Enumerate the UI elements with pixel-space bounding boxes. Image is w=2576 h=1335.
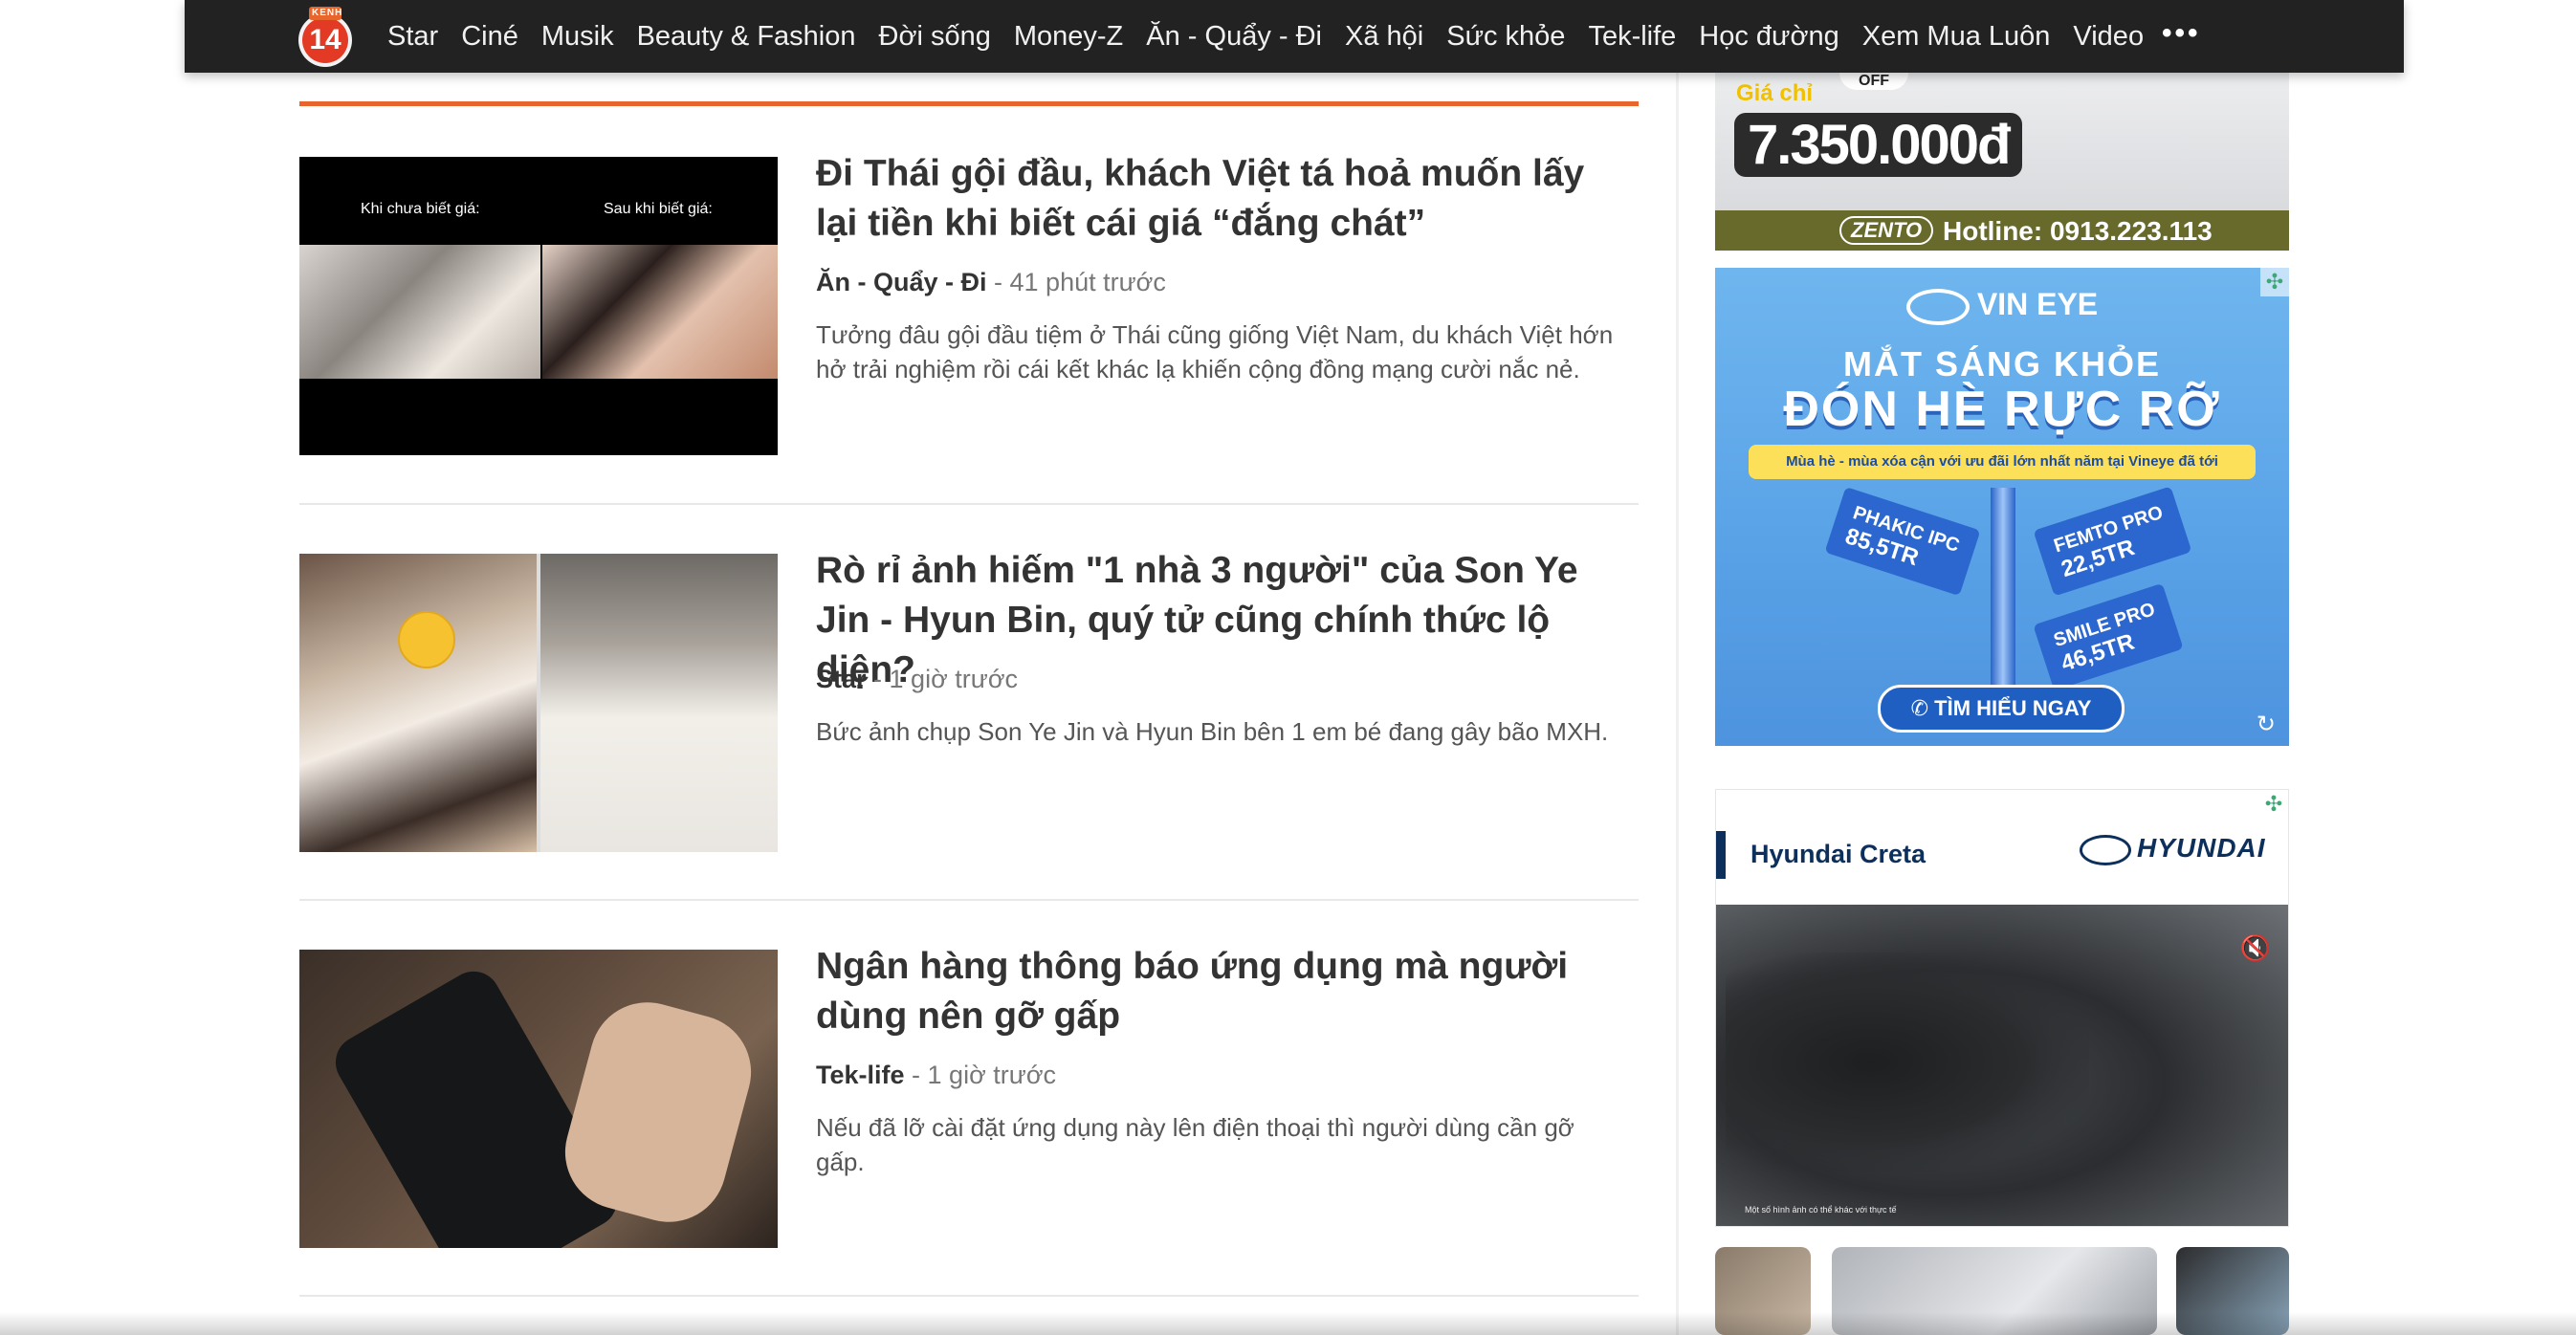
ad-headline-1: MẮT SÁNG KHỎE — [1843, 344, 2161, 383]
thumb-photo-right — [542, 245, 778, 379]
nav-item-star[interactable]: Star — [387, 21, 438, 53]
main-menu: Star Ciné Musik Beauty & Fashion Đời sốn… — [387, 0, 2167, 73]
article-category[interactable]: Star — [816, 665, 867, 693]
article-time: 41 phút trước — [1009, 268, 1166, 296]
video-car-shape — [1726, 952, 2089, 1172]
hyundai-video-ad[interactable]: ✣ Hyundai Creta HYUNDAI 🔇 Một số hình ản… — [1715, 789, 2289, 1227]
vineye-brand-text: VIN EYE — [1976, 287, 2099, 321]
ad-promo-strip: Mùa hè - mùa xóa cận với ưu đãi lớn nhất… — [1749, 445, 2256, 479]
sign-femto: FEMTO PRO 22,5TR — [2033, 486, 2191, 597]
replay-icon[interactable]: ↻ — [2257, 711, 2276, 738]
eye-icon — [1905, 288, 1970, 325]
window-bottom-shadow — [0, 1312, 2576, 1335]
ad-label: Hyundai Creta — [1750, 840, 1926, 868]
article-summary: Tưởng đâu gội đầu tiệm ở Thái cũng giống… — [816, 320, 1614, 383]
zento-logo: ZENTO — [1839, 216, 1934, 245]
article-meta: Ăn - Quẩy - Đi - 41 phút trước — [816, 268, 1166, 297]
ad-accent-bar — [1716, 831, 1726, 879]
vineye-banner-ad[interactable]: ✣ VIN EYE MẮT SÁNG KHỎE ĐÓN HÈ RỰC RỠ Mù… — [1715, 268, 2289, 746]
article-summary: Nếu đã lỡ cài đặt ứng dụng này lên điện … — [816, 1113, 1574, 1176]
nav-item-money-z[interactable]: Money-Z — [1014, 21, 1123, 53]
ad-hotline: Hotline: 0913.223.113 — [1943, 216, 2213, 246]
article-time: 1 giờ trước — [927, 1061, 1057, 1089]
nav-item-an-quay-di[interactable]: Ăn - Quẩy - Đi — [1146, 21, 1322, 53]
zento-banner-ad[interactable]: OFF Giá chỉ 7.350.000đ ZENTO Hotline: 09… — [1715, 73, 2289, 251]
nav-item-beauty-fashion[interactable]: Beauty & Fashion — [637, 21, 856, 53]
article-thumbnail[interactable] — [299, 950, 778, 1248]
ad-off-badge: OFF — [1839, 73, 1908, 90]
hyundai-brand-text: HYUNDAI — [2137, 833, 2266, 863]
signpost-pole — [1991, 488, 2015, 717]
column-divider — [1676, 73, 1679, 1335]
article-category[interactable]: Ăn - Quẩy - Đi — [816, 268, 987, 296]
nav-item-xem-mua-luon[interactable]: Xem Mua Luôn — [1862, 21, 2051, 53]
phone-icon: ✆ — [1910, 696, 1935, 720]
sign-smile: SMILE PRO 46,5TR — [2033, 582, 2184, 691]
article-separator — [299, 1295, 1639, 1297]
nav-item-cine[interactable]: Ciné — [461, 21, 518, 53]
more-menu-icon[interactable]: ••• — [2162, 17, 2201, 50]
article-category[interactable]: Tek-life — [816, 1061, 905, 1089]
nav-item-video[interactable]: Video — [2073, 21, 2144, 53]
news-list: Khi chưa biết giá: Sau khi biết giá: Đi … — [299, 73, 1639, 1335]
nav-item-doi-song[interactable]: Đời sống — [879, 21, 991, 53]
thumb-caption-left: Khi chưa biết giá: — [361, 201, 480, 217]
logo-number: 14 — [309, 24, 341, 55]
list-item: Khi chưa biết giá: Sau khi biết giá: Đi … — [299, 153, 1639, 482]
meta-separator: - — [904, 1061, 928, 1089]
article-time: 1 giờ trước — [889, 665, 1019, 693]
ad-cta-button[interactable]: ✆ TÌM HIỂU NGAY — [1878, 685, 2125, 733]
top-navbar: KENH 14 Star Ciné Musik Beauty & Fashion… — [185, 0, 2404, 73]
thumb-caption-right: Sau khi biết giá: — [604, 201, 713, 217]
mute-icon[interactable]: 🔇 — [2240, 933, 2271, 963]
nav-item-hoc-duong[interactable]: Học đường — [1699, 21, 1838, 53]
article-separator — [299, 899, 1639, 901]
logo-top-text: KENH — [312, 8, 343, 18]
nav-item-tek-life[interactable]: Tek-life — [1588, 21, 1676, 53]
vineye-logo: VIN EYE — [1715, 287, 2289, 325]
article-separator — [299, 503, 1639, 505]
ad-video[interactable] — [1716, 905, 2288, 1226]
sign-phakic: PHAKIC IPC 85,5TR — [1824, 486, 1981, 597]
thumb-photo-left — [299, 554, 537, 852]
meta-separator: - — [986, 268, 1010, 296]
article-thumbnail[interactable]: Khi chưa biết giá: Sau khi biết giá: — [299, 157, 778, 455]
thumb-photo-left — [299, 245, 540, 379]
ad-cta-label: TÌM HIỂU NGAY — [1934, 696, 2092, 720]
article-summary: Bức ảnh chụp Son Ye Jin và Hyun Bin bên … — [816, 717, 1609, 746]
nav-item-musik[interactable]: Musik — [541, 21, 614, 53]
ad-video-caption: Một số hình ảnh có thể khác với thực tế — [1745, 1205, 1897, 1215]
article-title[interactable]: Đi Thái gội đầu, khách Việt tá hoả muốn … — [816, 149, 1629, 249]
ad-choices-icon[interactable]: ✣ — [2259, 790, 2288, 819]
kenh14-logo[interactable]: KENH 14 — [296, 5, 355, 68]
article-meta: Tek-life - 1 giờ trước — [816, 1061, 1056, 1090]
list-item: Rò rỉ ảnh hiếm "1 nhà 3 người" của Son Y… — [299, 550, 1639, 879]
section-rule — [299, 101, 1639, 106]
ad-price: 7.350.000đ — [1734, 113, 2023, 177]
hyundai-logo: HYUNDAI — [2080, 833, 2266, 865]
article-meta: Star - 1 giờ trước — [816, 665, 1018, 694]
meta-separator: - — [866, 665, 890, 693]
ad-price-label: Giá chỉ — [1736, 80, 1814, 106]
article-thumbnail[interactable] — [299, 554, 778, 852]
hyundai-h-icon — [2080, 834, 2131, 865]
nav-item-suc-khoe[interactable]: Sức khỏe — [1446, 21, 1565, 53]
list-item: Ngân hàng thông báo ứng dụng mà người dù… — [299, 946, 1639, 1275]
ad-headline-2: ĐÓN HÈ RỰC RỠ — [1783, 382, 2221, 437]
nav-item-xa-hoi[interactable]: Xã hội — [1345, 21, 1423, 53]
article-title[interactable]: Ngân hàng thông báo ứng dụng mà người dù… — [816, 942, 1629, 1041]
baby-emoji-icon — [398, 611, 455, 668]
thumb-photo-right — [540, 554, 778, 852]
